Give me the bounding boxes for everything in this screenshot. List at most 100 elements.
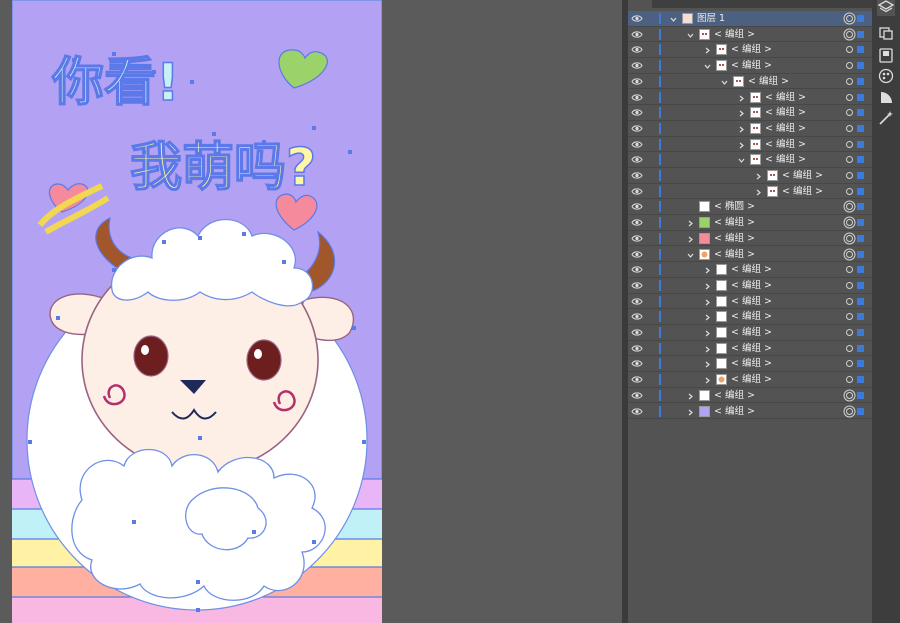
visibility-eye-icon[interactable] xyxy=(631,218,643,227)
layer-row[interactable]: 图层 1 xyxy=(628,11,872,27)
selection-square-icon[interactable] xyxy=(857,407,864,415)
layer-row[interactable]: < 椭圆 > xyxy=(628,199,872,216)
layer-row[interactable]: < 编组 > xyxy=(628,231,872,247)
selection-square-icon[interactable] xyxy=(857,62,864,70)
target-circle-icon[interactable] xyxy=(846,219,853,227)
chevron-down-icon[interactable] xyxy=(704,62,711,70)
selection-square-icon[interactable] xyxy=(857,234,864,242)
selection-square-icon[interactable] xyxy=(857,203,864,211)
chevron-right-icon[interactable] xyxy=(704,376,711,384)
visibility-eye-icon[interactable] xyxy=(631,234,643,243)
target-circle-icon[interactable] xyxy=(846,156,853,164)
layers-icon[interactable] xyxy=(877,0,895,16)
target-circle-icon[interactable] xyxy=(846,344,853,352)
selection-square-icon[interactable] xyxy=(857,15,864,22)
visibility-eye-icon[interactable] xyxy=(631,202,643,211)
selection-square-icon[interactable] xyxy=(857,266,864,274)
target-circle-icon[interactable] xyxy=(846,93,853,101)
chevron-right-icon[interactable] xyxy=(738,109,745,117)
selection-square-icon[interactable] xyxy=(857,77,864,85)
chevron-right-icon[interactable] xyxy=(687,219,694,227)
selection-square-icon[interactable] xyxy=(857,46,864,54)
selection-square-icon[interactable] xyxy=(857,124,864,132)
artboard[interactable]: 你看! 我萌吗? xyxy=(12,0,382,623)
target-circle-icon[interactable] xyxy=(846,281,853,289)
layer-row[interactable]: < 编组 > xyxy=(628,404,872,420)
chevron-right-icon[interactable] xyxy=(704,345,711,353)
target-circle-icon[interactable] xyxy=(846,124,853,132)
target-circle-icon[interactable] xyxy=(846,407,853,415)
layer-row[interactable]: < 编组 > xyxy=(628,58,872,74)
chevron-down-icon[interactable] xyxy=(670,15,677,22)
target-circle-icon[interactable] xyxy=(846,77,853,85)
chevron-right-icon[interactable] xyxy=(687,408,694,415)
target-circle-icon[interactable] xyxy=(846,266,853,274)
chevron-right-icon[interactable] xyxy=(704,329,711,337)
target-circle-icon[interactable] xyxy=(846,203,853,211)
libraries-icon[interactable] xyxy=(877,24,895,42)
chevron-right-icon[interactable] xyxy=(687,235,694,243)
magic-wand-icon[interactable] xyxy=(877,109,895,127)
selection-square-icon[interactable] xyxy=(857,219,864,227)
visibility-eye-icon[interactable] xyxy=(631,312,643,321)
layer-row[interactable]: < 编组 > xyxy=(628,137,872,153)
chevron-right-icon[interactable] xyxy=(738,141,745,149)
target-circle-icon[interactable] xyxy=(846,391,853,399)
chevron-right-icon[interactable] xyxy=(755,172,762,180)
layer-row[interactable]: < 编组 > xyxy=(628,27,872,43)
layer-row[interactable]: < 编组 > xyxy=(628,341,872,357)
visibility-eye-icon[interactable] xyxy=(631,140,643,149)
chevron-right-icon[interactable] xyxy=(704,360,711,368)
chevron-right-icon[interactable] xyxy=(704,282,711,290)
target-circle-icon[interactable] xyxy=(846,187,853,195)
layer-row[interactable]: < 编组 > xyxy=(628,247,872,263)
selection-square-icon[interactable] xyxy=(857,360,864,368)
visibility-eye-icon[interactable] xyxy=(631,171,643,180)
selection-square-icon[interactable] xyxy=(857,250,864,258)
layer-row[interactable]: < 编组 > xyxy=(628,309,872,325)
selection-square-icon[interactable] xyxy=(857,344,864,352)
visibility-eye-icon[interactable] xyxy=(631,359,643,368)
visibility-eye-icon[interactable] xyxy=(631,391,643,400)
chevron-down-icon[interactable] xyxy=(738,156,745,164)
visibility-eye-icon[interactable] xyxy=(631,77,643,86)
target-circle-icon[interactable] xyxy=(846,109,853,117)
layer-row[interactable]: < 编组 > xyxy=(628,105,872,121)
layer-row[interactable]: < 编组 > xyxy=(628,325,872,341)
target-circle-icon[interactable] xyxy=(846,62,853,70)
layer-row[interactable]: < 编组 > xyxy=(628,262,872,278)
layer-row[interactable]: < 编组 > xyxy=(628,294,872,310)
selection-square-icon[interactable] xyxy=(857,376,864,384)
selection-square-icon[interactable] xyxy=(857,313,864,321)
visibility-eye-icon[interactable] xyxy=(631,30,643,39)
target-circle-icon[interactable] xyxy=(846,376,853,384)
visibility-eye-icon[interactable] xyxy=(631,108,643,117)
chevron-right-icon[interactable] xyxy=(704,46,711,54)
selection-square-icon[interactable] xyxy=(857,187,864,195)
layers-panel-tab[interactable] xyxy=(628,0,872,8)
visibility-eye-icon[interactable] xyxy=(631,187,643,196)
visibility-eye-icon[interactable] xyxy=(631,45,643,54)
visibility-eye-icon[interactable] xyxy=(631,375,643,384)
export-icon[interactable] xyxy=(877,46,895,64)
target-circle-icon[interactable] xyxy=(846,46,853,54)
chevron-right-icon[interactable] xyxy=(738,94,745,101)
visibility-eye-icon[interactable] xyxy=(631,14,643,23)
layer-row[interactable]: < 编组 > xyxy=(628,74,872,90)
target-circle-icon[interactable] xyxy=(846,313,853,321)
selection-square-icon[interactable] xyxy=(857,30,864,38)
gradient-icon[interactable] xyxy=(877,88,895,106)
target-circle-icon[interactable] xyxy=(846,329,853,336)
layer-row[interactable]: < 编组 > xyxy=(628,121,872,137)
target-circle-icon[interactable] xyxy=(846,15,853,22)
layer-row[interactable]: < 编组 > xyxy=(628,356,872,373)
visibility-eye-icon[interactable] xyxy=(631,297,643,306)
chevron-right-icon[interactable] xyxy=(704,313,711,321)
layer-row[interactable]: < 编组 > xyxy=(628,184,872,200)
layer-row[interactable]: < 编组 > xyxy=(628,215,872,231)
visibility-eye-icon[interactable] xyxy=(631,93,643,102)
chevron-down-icon[interactable] xyxy=(687,31,694,38)
chevron-right-icon[interactable] xyxy=(704,266,711,274)
chevron-right-icon[interactable] xyxy=(738,125,745,133)
layer-row[interactable]: < 编组 > xyxy=(628,152,872,168)
